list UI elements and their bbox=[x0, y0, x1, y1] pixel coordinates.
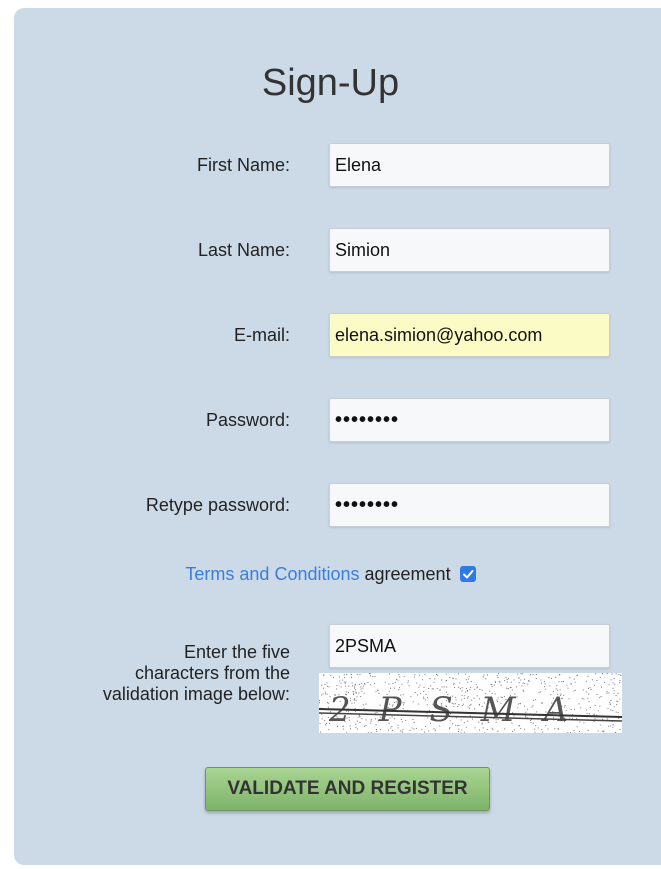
captcha-label: Enter the five characters from the valid… bbox=[40, 642, 290, 705]
terms-agreement-text: agreement bbox=[364, 564, 451, 584]
terms-row: Terms and Conditions agreement bbox=[0, 564, 661, 585]
captcha-label-line2: characters from the bbox=[134, 663, 290, 683]
validate-and-register-button[interactable]: VALIDATE AND REGISTER bbox=[205, 767, 490, 811]
email-input[interactable] bbox=[329, 313, 610, 357]
terms-checkbox[interactable] bbox=[459, 566, 476, 582]
retype-password-label: Retype password: bbox=[145, 495, 290, 515]
captcha-label-line3: validation image below: bbox=[102, 684, 290, 704]
first-name-input[interactable] bbox=[329, 143, 610, 187]
checkmark-icon bbox=[462, 570, 474, 579]
captcha-label-line1: Enter the five bbox=[183, 642, 290, 662]
page-title: Sign-Up bbox=[261, 62, 400, 104]
captcha-image: 2PSMA bbox=[318, 673, 623, 734]
password-label: Password: bbox=[205, 410, 290, 430]
last-name-input[interactable] bbox=[329, 228, 610, 272]
captcha-graphic: 2PSMA bbox=[318, 673, 623, 734]
first-name-label: First Name: bbox=[196, 155, 290, 175]
password-input[interactable] bbox=[329, 398, 610, 442]
last-name-label: Last Name: bbox=[197, 240, 290, 260]
retype-password-input[interactable] bbox=[329, 483, 610, 527]
captcha-input[interactable] bbox=[329, 624, 610, 668]
terms-link[interactable]: Terms and Conditions bbox=[185, 564, 359, 584]
email-label: E-mail: bbox=[233, 325, 290, 345]
